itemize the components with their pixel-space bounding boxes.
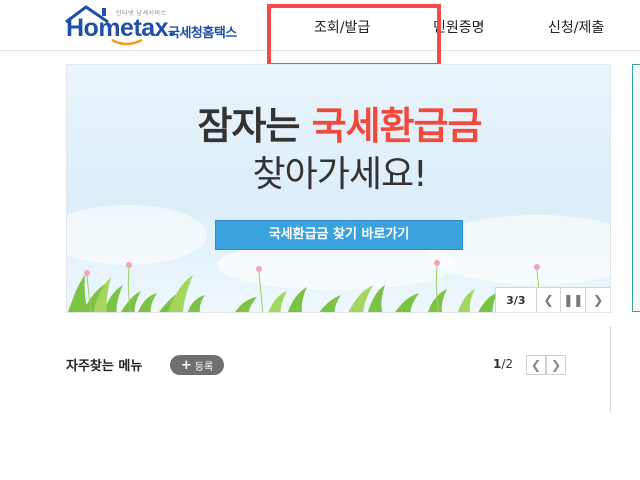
page-current: 1 — [493, 357, 502, 371]
slider-counter: 3/3 — [506, 293, 526, 307]
top-header: 인터넷 납세서비스 Hometax. 국세청홈택스 조회/발급 민원증명 신청/… — [0, 0, 640, 51]
chevron-right-icon: ❯ — [550, 358, 562, 372]
logo-brand: Hometax. — [66, 14, 175, 42]
chevron-right-icon: ❯ — [593, 293, 604, 307]
nav-item-inquiry[interactable]: 조회/발급 — [314, 17, 370, 37]
register-menu-button[interactable]: + 등록 — [170, 355, 224, 375]
slider-next-button[interactable]: ❯ — [585, 288, 610, 312]
promo-banner[interactable]: 잠자는 국세환급금 찾아가세요! 국세환급금 찾기 바로가기 3/3 ❮ ❚❚ … — [66, 64, 611, 313]
slider-current: 3 — [506, 293, 514, 307]
nav-item-certificate[interactable]: 민원증명 — [433, 17, 485, 37]
chevron-left-icon: ❮ — [530, 358, 542, 372]
frequent-menu-pagination: 1/2 — [493, 357, 514, 371]
banner-headline-prefix: 잠자는 — [197, 104, 312, 148]
register-label: 등록 — [194, 361, 214, 373]
frequent-menu-next-button[interactable]: ❯ — [546, 355, 566, 375]
slider-pause-button[interactable]: ❚❚ — [560, 288, 585, 312]
slider-prev-button[interactable]: ❮ — [535, 288, 561, 312]
frequent-menu-prev-button[interactable]: ❮ — [526, 355, 546, 375]
pause-icon: ❚❚ — [563, 293, 584, 307]
hometax-logo[interactable]: 인터넷 납세서비스 Hometax. 국세청홈택스 — [64, 4, 254, 46]
logo-subtitle: 국세청홈택스 — [168, 26, 237, 41]
slider-total: 3 — [517, 293, 526, 307]
section-divider — [610, 326, 611, 412]
frequent-menu-title: 자주찾는 메뉴 — [66, 359, 143, 374]
chevron-left-icon: ❮ — [543, 293, 554, 307]
nav-item-application[interactable]: 신청/제출 — [548, 17, 604, 37]
tax-refund-search-button[interactable]: 국세환급금 찾기 바로가기 — [215, 220, 463, 250]
banner-headline: 잠자는 국세환급금 — [67, 95, 610, 150]
banner-headline-accent: 국세환급금 — [311, 104, 483, 148]
page-total: 2 — [505, 357, 514, 371]
plus-icon: + — [180, 357, 192, 373]
side-panel-edge — [632, 64, 640, 312]
banner-subheadline: 찾아가세요! — [252, 154, 427, 195]
banner-slider-controls: 3/3 ❮ ❚❚ ❯ — [495, 287, 610, 312]
